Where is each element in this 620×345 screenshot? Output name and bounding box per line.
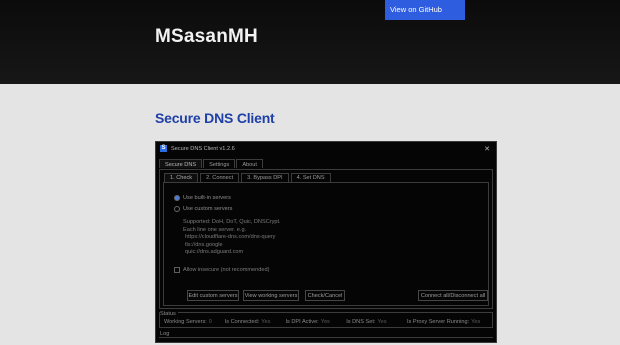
status-item-value: Yes xyxy=(377,319,387,325)
checkbox-icon xyxy=(174,267,180,273)
help-line: quic://dns.adguard.com xyxy=(185,249,244,256)
status-item-value: Yes xyxy=(261,319,271,325)
status-item-label: Is Proxy Server Running: xyxy=(406,319,470,325)
edit-custom-servers-button[interactable]: Edit custom servers xyxy=(187,290,239,301)
help-line: Each line one server. e.g. xyxy=(183,226,247,233)
status-item-label: Working Servers: xyxy=(164,319,207,325)
status-working-servers: Working Servers: 0 xyxy=(164,319,225,325)
app-window-screenshot: S Secure DNS Client v1.2.6 ✕ Secure DNS … xyxy=(155,141,497,343)
help-line: tls://dns.google xyxy=(185,241,223,248)
tab-about[interactable]: About xyxy=(236,159,263,168)
status-proxy-running: Is Proxy Server Running: Yes xyxy=(407,319,492,325)
tab-set-dns[interactable]: 4. Set DNS xyxy=(290,173,331,182)
status-item-label: Is Connected: xyxy=(224,319,260,325)
main-tabs: Secure DNS Settings About xyxy=(159,159,264,169)
close-icon[interactable]: ✕ xyxy=(484,145,490,153)
status-item-value: Yes xyxy=(320,319,330,325)
view-working-servers-button[interactable]: View working servers xyxy=(243,290,299,301)
app-logo-icon: S xyxy=(160,145,167,152)
tab-check[interactable]: 1. Check xyxy=(164,173,199,182)
supported-help-text: Supported: DoH, DoT, Quic, DNSCrypt. Eac… xyxy=(183,219,281,257)
radio-unselected-icon xyxy=(174,206,180,212)
help-line: https://cloudflare-dns.com/dns-query xyxy=(185,234,276,241)
allow-insecure-checkbox[interactable]: Allow insecure (not recommended) xyxy=(174,267,269,273)
radio-builtin-label: Use built-in servers xyxy=(183,195,231,201)
tab-secure-dns[interactable]: Secure DNS xyxy=(159,159,203,168)
help-line: Supported: DoH, DoT, Quic, DNSCrypt. xyxy=(183,219,281,225)
check-cancel-button[interactable]: Check/Cancel xyxy=(305,290,345,301)
allow-insecure-label: Allow insecure (not recommended) xyxy=(183,267,270,273)
site-title: MSasanMH xyxy=(155,26,258,47)
status-item-value: 0 xyxy=(208,319,212,325)
window-title: Secure DNS Client v1.2.6 xyxy=(171,146,235,152)
status-is-dns-set: Is DNS Set: Yes xyxy=(346,319,407,325)
status-item-label: Is DNS Set: xyxy=(346,319,376,325)
page-title: Secure DNS Client xyxy=(155,110,275,126)
radio-custom-servers[interactable]: Use custom servers xyxy=(174,206,232,212)
status-is-dpi-active: Is DPI Active: Yes xyxy=(285,319,346,325)
radio-builtin-servers[interactable]: Use built-in servers xyxy=(174,195,231,201)
status-row: Working Servers: 0 Is Connected: Yes Is DP… xyxy=(164,319,492,325)
radio-selected-icon xyxy=(174,195,180,201)
status-is-connected: Is Connected: Yes xyxy=(225,319,286,325)
tab-connect[interactable]: 2. Connect xyxy=(200,173,240,182)
status-item-value: Yes xyxy=(471,319,481,325)
connect-all-button[interactable]: Connect all/Disconnect all xyxy=(418,290,488,301)
status-item-label: Is DPI Active: xyxy=(285,319,319,325)
radio-custom-label: Use custom servers xyxy=(183,206,233,212)
view-on-github-button[interactable]: View on GitHub xyxy=(385,0,465,20)
tab-settings[interactable]: Settings xyxy=(203,159,236,168)
tab-bypass-dpi[interactable]: 3. Bypass DPI xyxy=(241,173,289,182)
status-label: Status xyxy=(160,311,178,317)
site-header: View on GitHub MSasanMH xyxy=(0,0,620,84)
log-area[interactable] xyxy=(159,337,493,345)
window-titlebar: S Secure DNS Client v1.2.6 ✕ xyxy=(156,142,496,156)
